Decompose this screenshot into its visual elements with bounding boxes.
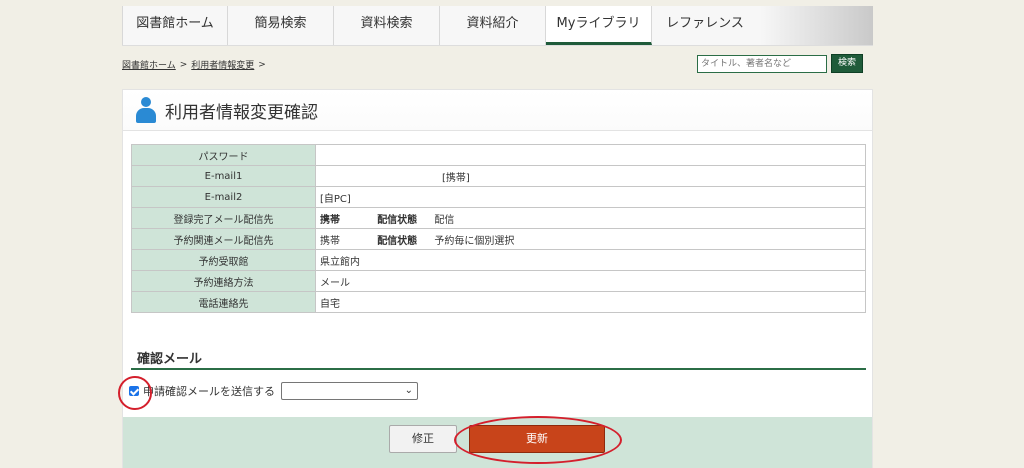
fix-button[interactable]: 修正 bbox=[389, 425, 457, 453]
page-title: 利用者情報変更確認 bbox=[165, 102, 318, 123]
update-highlight-circle bbox=[454, 416, 622, 464]
row-value: [携帯] bbox=[315, 165, 866, 187]
search-input[interactable] bbox=[697, 54, 827, 73]
search-button[interactable]: 検索 bbox=[831, 54, 863, 73]
email1-type: [携帯] bbox=[442, 172, 470, 184]
table-row: 予約連絡方法 メール bbox=[131, 270, 866, 292]
tab-reference[interactable]: レファレンス bbox=[652, 6, 758, 45]
row-value: [自PC] bbox=[315, 186, 866, 208]
user-info-table: パスワード E-mail1 [携帯] E-mail2 [自PC] 登録完了メール… bbox=[131, 144, 866, 313]
breadcrumb-separator: > bbox=[179, 59, 188, 70]
row-value bbox=[315, 144, 866, 166]
checkbox-highlight-circle bbox=[118, 376, 152, 410]
chevron-down-icon: ⌄ bbox=[404, 385, 413, 396]
search-area: 検索 bbox=[697, 54, 863, 73]
delivery-target: 携帯 bbox=[320, 214, 340, 226]
delivery-target: 携帯 bbox=[320, 235, 340, 247]
delivery-status-value: 配信 bbox=[434, 214, 455, 226]
table-row: パスワード bbox=[131, 144, 866, 166]
row-label: 予約連絡方法 bbox=[131, 270, 316, 292]
top-nav: 図書館ホーム 簡易検索 資料検索 資料紹介 Myライブラリ レファレンス bbox=[122, 6, 873, 46]
page-header: 利用者情報変更確認 bbox=[123, 90, 872, 131]
mail-target-select[interactable]: ⌄ bbox=[281, 382, 418, 400]
tab-material-intro[interactable]: 資料紹介 bbox=[440, 6, 546, 45]
breadcrumb-user-info-link[interactable]: 利用者情報変更 bbox=[191, 58, 254, 71]
row-label: E-mail1 bbox=[131, 165, 316, 187]
row-value: 携帯 配信状態 配信 bbox=[315, 207, 866, 229]
delivery-status-label: 配信状態 bbox=[377, 235, 418, 247]
confirm-mail-row: 申請確認メールを送信する ⌄ bbox=[129, 382, 418, 400]
row-value: 携帯 配信状態 予約毎に個別選択 bbox=[315, 228, 866, 250]
delivery-status-value: 予約毎に個別選択 bbox=[434, 235, 515, 247]
row-value: 自宅 bbox=[315, 291, 866, 313]
table-row: 登録完了メール配信先 携帯 配信状態 配信 bbox=[131, 207, 866, 229]
row-label: 予約関連メール配信先 bbox=[131, 228, 316, 250]
row-label: 電話連絡先 bbox=[131, 291, 316, 313]
heading-underline bbox=[131, 368, 866, 370]
tab-library-home[interactable]: 図書館ホーム bbox=[122, 6, 228, 45]
breadcrumb-separator: > bbox=[258, 59, 266, 70]
main-panel: 利用者情報変更確認 パスワード E-mail1 [携帯] E-mail2 [自P… bbox=[122, 89, 873, 468]
row-label: 登録完了メール配信先 bbox=[131, 207, 316, 229]
breadcrumb-home-link[interactable]: 図書館ホーム bbox=[122, 58, 176, 71]
confirm-mail-heading: 確認メール bbox=[137, 352, 203, 367]
table-row: E-mail1 [携帯] bbox=[131, 165, 866, 187]
table-row: 予約関連メール配信先 携帯 配信状態 予約毎に個別選択 bbox=[131, 228, 866, 250]
table-row: 予約受取館 県立館内 bbox=[131, 249, 866, 271]
row-label: 予約受取館 bbox=[131, 249, 316, 271]
table-row: 電話連絡先 自宅 bbox=[131, 291, 866, 313]
row-label: E-mail2 bbox=[131, 186, 316, 208]
tab-material-search[interactable]: 資料検索 bbox=[334, 6, 440, 45]
table-row: E-mail2 [自PC] bbox=[131, 186, 866, 208]
tab-simple-search[interactable]: 簡易検索 bbox=[228, 6, 334, 45]
action-bar: 修正 更新 bbox=[123, 416, 872, 468]
user-icon bbox=[135, 97, 157, 123]
breadcrumb: 図書館ホーム > 利用者情報変更 > bbox=[122, 58, 266, 72]
row-value: メール bbox=[315, 270, 866, 292]
row-label: パスワード bbox=[131, 144, 316, 166]
row-value: 県立館内 bbox=[315, 249, 866, 271]
delivery-status-label: 配信状態 bbox=[377, 214, 418, 226]
send-confirm-label: 申請確認メールを送信する bbox=[143, 385, 275, 398]
tab-my-library[interactable]: Myライブラリ bbox=[546, 6, 652, 45]
